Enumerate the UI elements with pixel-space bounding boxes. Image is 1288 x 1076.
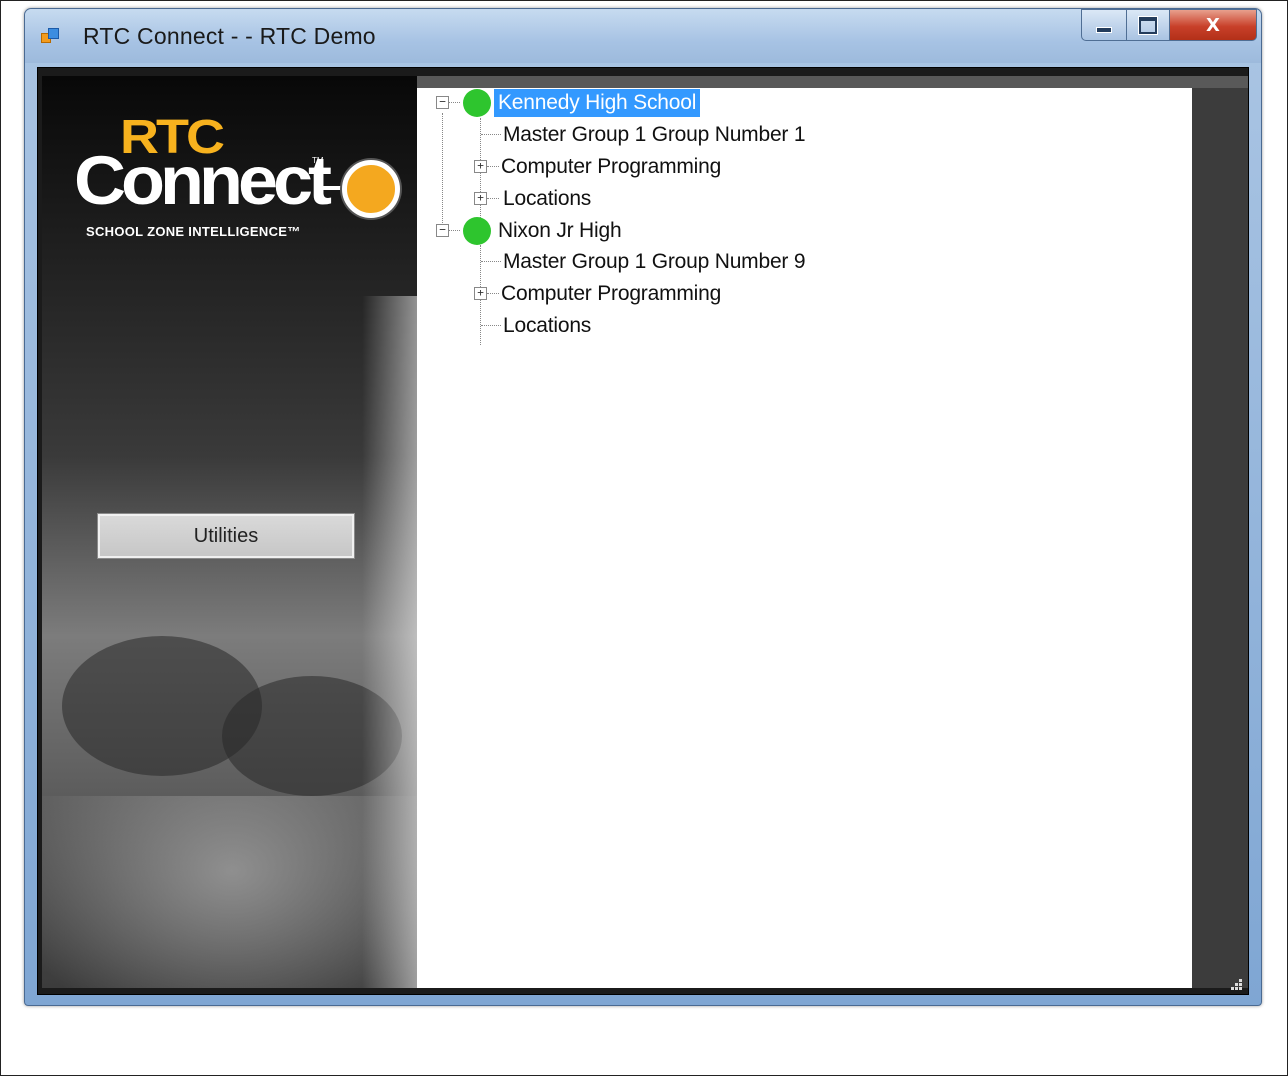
close-icon: X [1206,14,1220,36]
background-photo [42,796,417,988]
tree-connector [448,102,460,103]
tree-node-course[interactable]: Computer Programming [501,280,721,308]
title-bar[interactable]: RTC Connect - - RTC Demo X [25,9,1261,63]
tree-connector [481,261,501,262]
maximize-button[interactable] [1127,9,1170,41]
window-controls: X [1081,9,1257,41]
panel-fade [362,296,417,988]
tree-node-school[interactable]: Nixon Jr High [498,217,622,245]
logo-connector-line [320,186,344,190]
close-button[interactable]: X [1170,9,1257,41]
app-icon[interactable] [41,27,59,45]
minimize-icon [1097,28,1111,32]
tree-connector [487,198,499,199]
tree-connector [481,134,501,135]
tree-connector [487,166,499,167]
tree-node-group[interactable]: Master Group 1 Group Number 9 [503,248,806,276]
school-tree-view[interactable]: − Kennedy High School Master Group 1 Gro… [417,88,1192,988]
expand-icon[interactable]: + [474,160,487,173]
tree-connector [481,325,501,326]
maximize-icon [1139,16,1157,34]
tree-connector [448,230,460,231]
expand-icon[interactable]: + [474,287,487,300]
tree-node-locations[interactable]: Locations [503,312,591,340]
resize-grip-icon[interactable] [1230,978,1242,990]
collapse-icon[interactable]: − [436,96,449,109]
minimize-button[interactable] [1081,9,1127,41]
app-window: RTC Connect - - RTC Demo X RTC Connect T… [24,8,1262,1006]
client-area: RTC Connect TM SCHOOL ZONE INTELLIGENCE™… [37,67,1249,995]
tree-node-group[interactable]: Master Group 1 Group Number 1 [503,121,806,149]
rtc-connect-logo: RTC Connect TM SCHOOL ZONE INTELLIGENCE™ [72,106,417,239]
expand-icon[interactable]: + [474,192,487,205]
tree-connector [442,113,443,237]
status-dot-icon [463,217,491,245]
tree-node-locations[interactable]: Locations [503,185,591,213]
top-strip [393,76,1248,88]
right-dark-panel [1192,88,1248,988]
left-panel: RTC Connect TM SCHOOL ZONE INTELLIGENCE™… [42,76,417,988]
tree-connector [487,293,499,294]
window-title: RTC Connect - - RTC Demo [83,23,376,49]
logo-trademark: TM [312,156,324,165]
tree-node-course[interactable]: Computer Programming [501,153,721,181]
status-dot-icon [463,89,491,117]
collapse-icon[interactable]: − [436,224,449,237]
logo-circle-icon [342,160,400,218]
logo-tagline: SCHOOL ZONE INTELLIGENCE™ [86,224,301,239]
tree-node-school[interactable]: Kennedy High School [494,89,701,117]
utilities-button[interactable]: Utilities [97,513,355,559]
logo-connect-text: Connect [74,143,332,219]
